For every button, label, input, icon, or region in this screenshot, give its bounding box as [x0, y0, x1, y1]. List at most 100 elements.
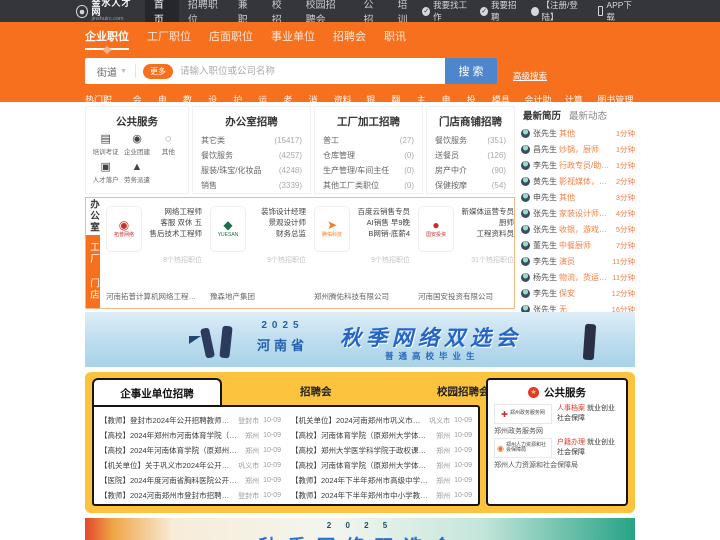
- resume-row[interactable]: 李先生 保安 12分钟: [521, 285, 635, 301]
- resume-row[interactable]: 杨先生物流，货运司机，...11分钟: [521, 269, 635, 285]
- subnav-factory-jobs[interactable]: 工厂职位: [147, 28, 191, 50]
- jinshui-talent-homepage: 金水人才网 jinshuirc.com 首页 招聘职位 兼职 校招 校园招聘会 …: [0, 0, 720, 540]
- category-row[interactable]: 服装/珠宝/化妆品 (4248): [193, 163, 310, 178]
- app-download-link[interactable]: APP下载: [598, 0, 635, 23]
- tab-job-fair[interactable]: 招聘会: [300, 378, 332, 405]
- category-row[interactable]: 保健按摩 (54): [427, 178, 514, 193]
- resume-row[interactable]: 李先生行政专员/助理，...1分钟: [521, 157, 635, 173]
- logo-text: 拓普网络: [113, 232, 134, 239]
- tab-factory[interactable]: 工厂: [86, 234, 100, 272]
- subnav-company-jobs[interactable]: 企业职位: [85, 28, 129, 55]
- region-select[interactable]: 街道 ▼: [85, 64, 135, 79]
- gov-link-archives[interactable]: 人事档案: [557, 405, 585, 412]
- category-row[interactable]: 普工 (27): [315, 133, 422, 148]
- category-row[interactable]: 餐饮服务 (4257): [193, 148, 310, 163]
- find-job-link[interactable]: ✓ 我要找工作: [422, 0, 469, 23]
- job-line: B网销-底薪4: [368, 229, 410, 238]
- bulletin-location: 郑州: [436, 492, 451, 500]
- category-row[interactable]: 销售 (3339): [193, 178, 310, 193]
- advanced-search-link[interactable]: 高级搜索: [513, 70, 547, 82]
- nav-training[interactable]: 培训: [389, 0, 423, 26]
- nav-public-recruit[interactable]: 公招: [355, 0, 389, 26]
- autumn-fair-banner-2[interactable]: 2 0 2 5 秋季网络双选会: [85, 518, 635, 540]
- tab-latest-resumes[interactable]: 最新简历: [523, 108, 561, 122]
- bulletin-item[interactable]: 【高校】2024年河南体育学院（原郑州大... 郑州 10-09: [100, 443, 281, 458]
- resume-row[interactable]: 张先生 其他 1分钟: [521, 125, 635, 141]
- nav-campus[interactable]: 校招: [263, 0, 297, 26]
- gov-service-card[interactable]: ✚ 郑州政务服务网 人事档案 就业创业 社会保障 郑州政务服务网: [494, 404, 620, 436]
- bulletin-item[interactable]: 【教师】登封市2024年公开招聘教师公告... 登封市 10-09: [100, 413, 281, 428]
- category-label: 餐饮服务: [201, 151, 233, 160]
- category-row[interactable]: 房产中介 (90): [427, 163, 514, 178]
- category-row[interactable]: 餐饮服务 (351): [427, 133, 514, 148]
- search-button[interactable]: 搜 索: [445, 58, 497, 84]
- gov-link-employment[interactable]: 就业创业: [587, 405, 615, 412]
- company-card[interactable]: ● 国安投资 新媒体运营专员 厨师 工程资料员 31个热招职位 河南国安投资有限…: [418, 206, 514, 304]
- nav-home[interactable]: 首页: [144, 0, 179, 26]
- service-team-building[interactable]: ◉ 企业团建: [121, 133, 152, 156]
- gov-link-household[interactable]: 户籍办理: [557, 439, 585, 446]
- resume-time: 11分钟: [612, 256, 635, 266]
- register-login-link[interactable]: 【注册/登陆】: [530, 0, 587, 23]
- category-row[interactable]: 生产管理/车间主任 (0): [315, 163, 422, 178]
- nav-parttime[interactable]: 兼职: [229, 0, 263, 26]
- service-training-cert[interactable]: ▤ 培训考证: [90, 133, 121, 156]
- category-row[interactable]: 其他工厂类职位 (0): [315, 178, 422, 193]
- tab-campus-fair[interactable]: 校园招聘会: [437, 378, 490, 405]
- tab-office[interactable]: 办公室: [86, 198, 100, 235]
- bulletin-item[interactable]: 【高校】河南体育学院（原郑州大学体育... 郑州 10-09: [291, 458, 472, 473]
- avatar: [521, 224, 530, 234]
- bulletin-item[interactable]: 【高校】2024年郑州市河南体育学院（原... 郑州 10-09: [100, 428, 281, 443]
- resume-row[interactable]: 张先生收银，游戏运营，...5分钟: [521, 221, 635, 237]
- bulletin-item[interactable]: 【机关单位】关于巩义市2024年公开招聘镇属... 巩义市10-09: [100, 458, 281, 473]
- resume-row[interactable]: 昌先生 炒锅，厨师 1分钟: [521, 141, 635, 157]
- subnav-store-jobs[interactable]: 店面职位: [209, 28, 253, 50]
- category-row[interactable]: 仓库管理 (0): [315, 148, 422, 163]
- category-label: 餐饮服务: [435, 136, 467, 145]
- category-row[interactable]: 其它类 (15417): [193, 133, 310, 148]
- latest-resumes-panel: 最新简历 最新动态 张先生 其他 1分钟 昌先生 炒锅，厨师 1分钟 李先生 行政专员/助…: [521, 106, 635, 314]
- nav-jobs[interactable]: 招聘职位: [179, 0, 229, 26]
- bulletin-item[interactable]: 【高校】河南体育学院（原郑州大学体育... 郑州 10-09: [291, 428, 472, 443]
- resume-name: 董先生: [533, 240, 557, 250]
- gov-link-employment[interactable]: 就业创业: [587, 439, 615, 446]
- more-filters-button[interactable]: 更多: [142, 63, 173, 79]
- resume-row[interactable]: 申先生 其他 3分钟: [521, 189, 635, 205]
- site-logo[interactable]: 金水人才网 jinshuirc.com: [76, 0, 135, 23]
- subnav-public-units[interactable]: 事业单位: [271, 28, 315, 50]
- factory-jobs-box: 工厂加工招聘 普工 (27) 仓库管理 (0) 生产管理/车间主任 (0) 其他工厂类…: [314, 106, 423, 194]
- subnav-job-fair[interactable]: 招聘会: [333, 28, 366, 50]
- resume-row[interactable]: 张先生家装设计师，无，...4分钟: [521, 205, 635, 221]
- category-row[interactable]: 送餐员 (126): [427, 148, 514, 163]
- bulletin-item[interactable]: 【教师】2024河南郑州市登封市招聘教师... 登封市 10-09: [100, 488, 281, 503]
- resume-row[interactable]: 黄先生影视媒体，文员，...2分钟: [521, 173, 635, 189]
- gov-service-card[interactable]: ◉ 郑州人力资源和社会保障局 户籍办理 就业创业 社会保障 郑州人力资源和社会保…: [494, 438, 620, 470]
- resume-row[interactable]: 李先生 演员 11分钟: [521, 253, 635, 269]
- gov-link-social-security[interactable]: 社会保障: [557, 415, 585, 422]
- service-labor-dispatch[interactable]: ▲ 劳务派遣: [121, 161, 152, 184]
- autumn-fair-banner[interactable]: 2025 河南省 秋季网络双选会 普通高校毕业生: [85, 312, 635, 367]
- avatar: [521, 160, 530, 170]
- bulletin-item[interactable]: 【教师】2024年下半年郑州市中小学教师... 郑州 10-09: [291, 488, 472, 503]
- hire-link[interactable]: ✓ 我要招聘: [480, 0, 520, 23]
- service-other[interactable]: ◌ 其他: [153, 133, 184, 156]
- bulletin-item[interactable]: 【高校】郑州大学医学科学院于政权课题... 郑州 10-09: [291, 443, 472, 458]
- company-card[interactable]: ◉ 拓普网络 网络工程师 客服 双休 五 售后技术工程师 8个热招职位 河南拓普…: [106, 206, 202, 304]
- bulletin-item[interactable]: 【机关单位】2024河南郑州市巩义市招聘镇属... 巩义市10-09: [291, 413, 472, 428]
- bulletin-item[interactable]: 【教师】2024年下半年郑州市高级中学、... 郑州 10-09: [291, 473, 472, 488]
- resume-name: 黄先生: [533, 176, 557, 186]
- resume-row[interactable]: 董先生 中餐厨师 7分钟: [521, 237, 635, 253]
- search-input[interactable]: [179, 58, 445, 84]
- avatar: [521, 176, 530, 186]
- service-talent-settlement[interactable]: ▣ 人才落户: [90, 161, 121, 184]
- company-card[interactable]: ➤ 腾佑科技 百度云销售专员 AI销售 早9晚 B网销-底薪4 9个热招职位 郑…: [314, 206, 410, 304]
- bulletin-item[interactable]: 【医院】2024年度河南省胸科医院公开招... 郑州 10-09: [100, 473, 281, 488]
- tab-latest-activity[interactable]: 最新动态: [569, 108, 607, 122]
- company-card[interactable]: ◆ YUESAN 装饰设计经理 景观设计师 财务总监 9个热招职位 豫森地产集团: [210, 206, 306, 304]
- subnav-job-news[interactable]: 职讯: [384, 28, 406, 50]
- tab-store[interactable]: 门店: [86, 271, 100, 309]
- gov-link-social-security[interactable]: 社会保障: [557, 449, 585, 456]
- tab-public-unit-jobs[interactable]: 企事业单位招聘: [92, 378, 222, 407]
- top-bar: 金水人才网 jinshuirc.com 首页 招聘职位 兼职 校招 校园招聘会 …: [0, 0, 720, 26]
- nav-campus-fair[interactable]: 校园招聘会: [297, 0, 355, 26]
